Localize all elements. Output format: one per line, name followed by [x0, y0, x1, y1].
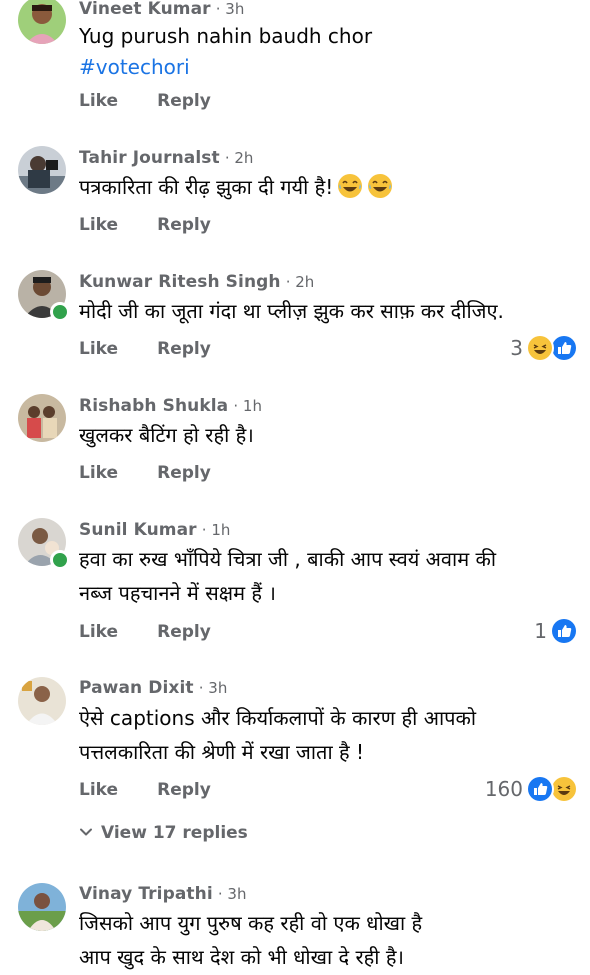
comment-text-line-1: ऐसे captions और किर्याकलापों के कारण ही …	[79, 706, 477, 730]
avatar[interactable]	[18, 677, 66, 725]
reply-button[interactable]: Reply	[157, 780, 211, 800]
author-name[interactable]: Kunwar Ritesh Singh	[79, 272, 281, 292]
comment-text-line-1: हवा का रुख भाँपिये चित्रा जी , बाकी आप स…	[79, 547, 497, 571]
comment-text-line-2: पत्तलकारिता की श्रेणी में रखा जाता है !	[79, 740, 364, 764]
reaction-count: 160	[484, 777, 523, 801]
comment-time[interactable]: 2h	[234, 149, 253, 167]
laughing-tears-emoji-icon	[337, 173, 363, 199]
comment-text-line-1: खुलकर बैटिंग हो रही है।	[79, 423, 254, 447]
comment-header: Rishabh Shukla · 1h	[79, 395, 262, 417]
comment-header: Kunwar Ritesh Singh · 2h	[79, 271, 314, 293]
avatar[interactable]	[18, 146, 66, 194]
comment-time[interactable]: 1h	[211, 521, 230, 539]
reply-button[interactable]: Reply	[157, 91, 211, 111]
laughing-tears-emoji-icon	[367, 173, 393, 199]
comment-text-line-1: मोदी जी का जूता गंदा था प्लीज़ झुक कर सा…	[79, 299, 504, 323]
comment-actions: Like Reply	[79, 213, 245, 237]
reaction-summary[interactable]: 3	[510, 334, 578, 362]
avatar[interactable]	[18, 394, 66, 442]
comment-header: Tahir Journalst · 2h	[79, 147, 253, 169]
author-name[interactable]: Pawan Dixit	[79, 678, 194, 698]
avatar[interactable]	[18, 0, 66, 44]
haha-reaction-icon	[526, 334, 554, 362]
haha-reaction-icon	[550, 775, 578, 803]
comment-actions: Like Reply	[79, 778, 245, 802]
view-replies-label: View 17 replies	[101, 823, 248, 843]
like-button[interactable]: Like	[79, 91, 118, 111]
reaction-count: 1	[534, 619, 547, 643]
comment-text: पत्रकारिता की रीढ़ झुका दी गयी है!	[79, 175, 334, 199]
view-replies-button[interactable]: View 17 replies	[79, 821, 248, 845]
comment-text-line-2: आप खुद के साथ देश को भी धोखा दे रही है।	[79, 945, 405, 969]
online-status-indicator	[50, 550, 70, 570]
reaction-count: 3	[510, 336, 523, 360]
like-reaction-icon	[550, 617, 578, 645]
like-button[interactable]: Like	[79, 339, 118, 359]
separator-dot: ·	[233, 397, 243, 415]
author-name[interactable]: Rishabh Shukla	[79, 396, 228, 416]
like-button[interactable]: Like	[79, 215, 118, 235]
online-status-indicator	[50, 302, 70, 322]
separator-dot: ·	[215, 0, 226, 18]
comment-actions: Like Reply	[79, 89, 245, 113]
hashtag-link[interactable]: #votechori	[79, 52, 190, 82]
comment-header: Vineet Kumar · 3h	[79, 0, 244, 20]
comment-time[interactable]: 3h	[227, 885, 246, 903]
author-name[interactable]: Vineet Kumar	[79, 0, 211, 19]
like-reaction-icon	[526, 775, 554, 803]
author-name[interactable]: Sunil Kumar	[79, 520, 197, 540]
comment-actions: Like Reply	[79, 620, 245, 644]
separator-dot: ·	[198, 679, 209, 697]
reply-button[interactable]: Reply	[157, 463, 211, 483]
chevron-down-icon	[79, 825, 93, 839]
separator-dot: ·	[217, 885, 228, 903]
comment-text-line-1: पत्रकारिता की रीढ़ झुका दी गयी है!	[79, 172, 393, 202]
reaction-summary[interactable]: 160	[485, 775, 578, 803]
comment-header: Sunil Kumar · 1h	[79, 519, 230, 541]
separator-dot: ·	[285, 273, 296, 291]
like-button[interactable]: Like	[79, 463, 118, 483]
comment-text-line-1: जिसको आप युग पुरुष कह रही वो एक धोखा है	[79, 911, 423, 935]
separator-dot: ·	[224, 149, 235, 167]
comment-actions: Like Reply	[79, 461, 245, 485]
comment-header: Pawan Dixit · 3h	[79, 677, 227, 699]
comment-time[interactable]: 2h	[295, 273, 314, 291]
author-name[interactable]: Tahir Journalst	[79, 148, 220, 168]
comment-header: Vinay Tripathi · 3h	[79, 883, 246, 905]
reply-button[interactable]: Reply	[157, 339, 211, 359]
avatar[interactable]	[18, 883, 66, 931]
like-button[interactable]: Like	[79, 622, 118, 642]
comment-time[interactable]: 3h	[225, 0, 244, 18]
comment-text-line-1: Yug purush nahin baudh chor	[79, 24, 373, 48]
like-reaction-icon	[550, 334, 578, 362]
reply-button[interactable]: Reply	[157, 215, 211, 235]
comment-actions: Like Reply	[79, 337, 245, 361]
reply-button[interactable]: Reply	[157, 622, 211, 642]
reaction-summary[interactable]: 1	[534, 617, 578, 645]
comment-time[interactable]: 1h	[243, 397, 262, 415]
like-button[interactable]: Like	[79, 780, 118, 800]
author-name[interactable]: Vinay Tripathi	[79, 884, 213, 904]
comment-text-line-2: नब्ज पहचानने में सक्षम हैं ।	[79, 581, 276, 605]
separator-dot: ·	[201, 521, 212, 539]
comment-time[interactable]: 3h	[208, 679, 227, 697]
